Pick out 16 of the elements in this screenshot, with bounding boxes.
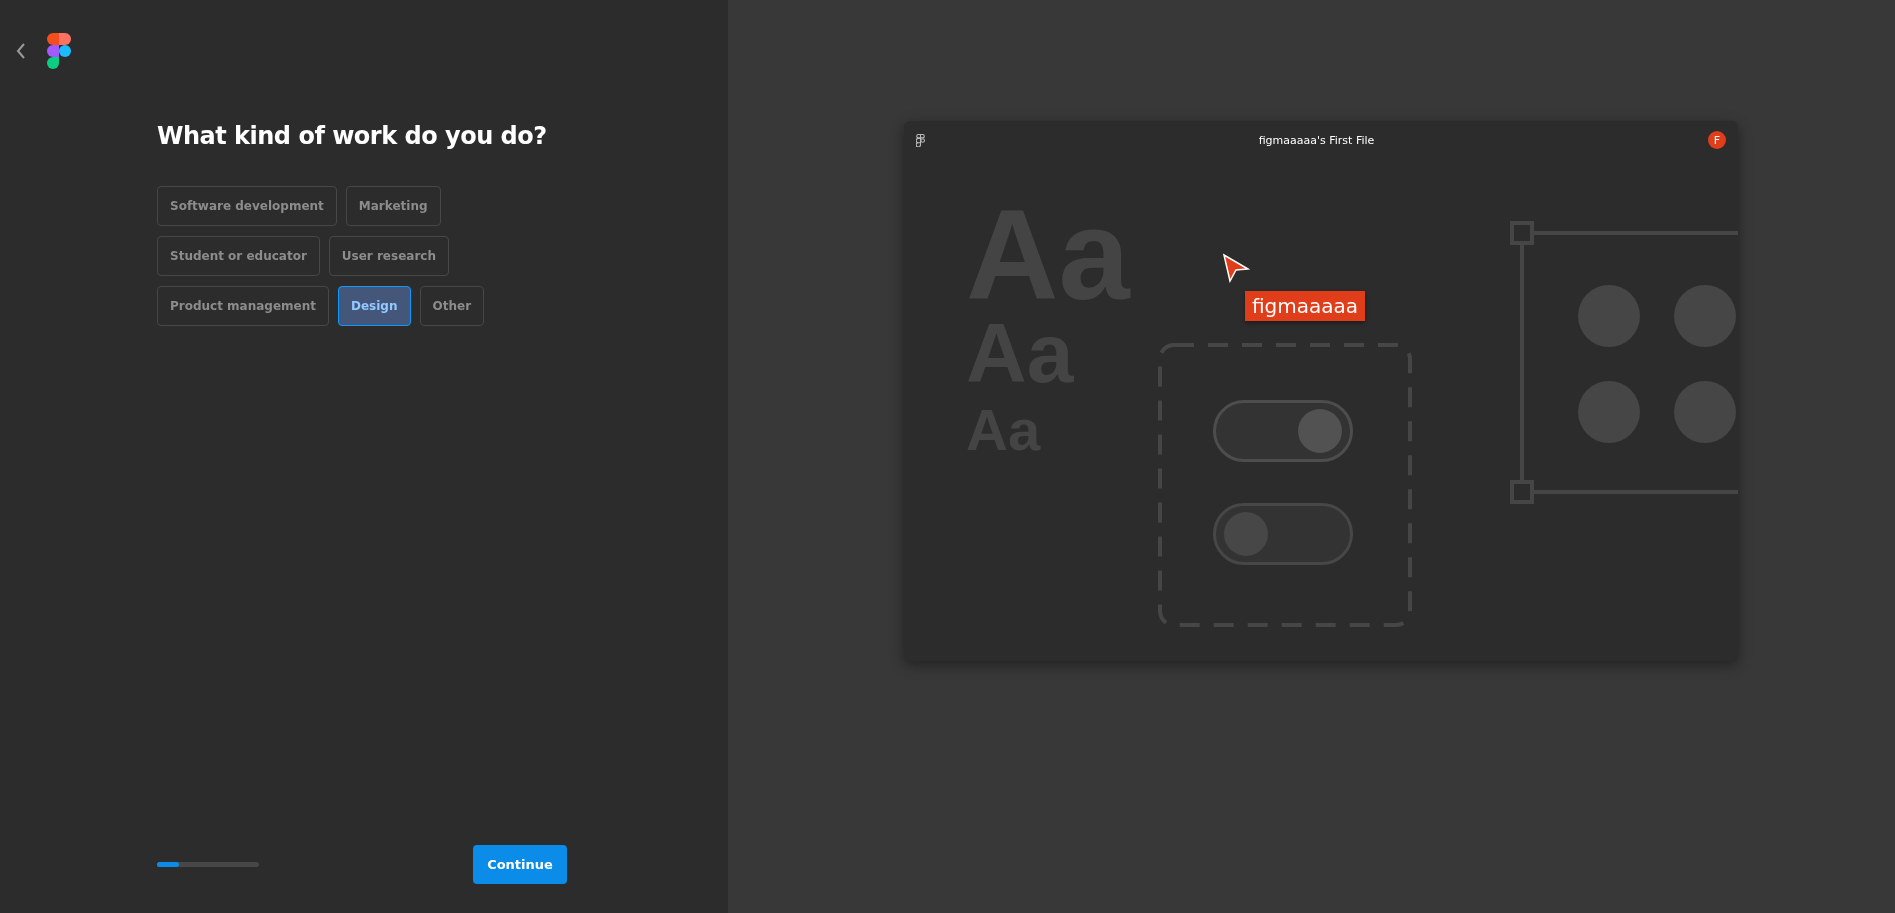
- user-avatar: F: [1708, 131, 1726, 149]
- option-chip[interactable]: Student or educator: [157, 236, 320, 276]
- option-chip[interactable]: Design: [338, 286, 411, 326]
- continue-button[interactable]: Continue: [473, 845, 567, 884]
- option-chip[interactable]: Product management: [157, 286, 329, 326]
- option-chip[interactable]: User research: [328, 236, 449, 276]
- option-chip[interactable]: Software development: [157, 186, 337, 226]
- option-chip[interactable]: Marketing: [345, 186, 441, 226]
- logo-icon: [916, 133, 925, 147]
- option-chip[interactable]: Other: [419, 286, 485, 326]
- cursor-icon: [1222, 253, 1250, 283]
- back-icon[interactable]: [15, 42, 27, 60]
- cursor-name-label: figmaaaaa: [1245, 291, 1366, 321]
- file-title: figmaaaaa's First File: [1258, 133, 1375, 147]
- logo-icon: [47, 33, 71, 69]
- question-heading: What kind of work do you do?: [157, 122, 548, 150]
